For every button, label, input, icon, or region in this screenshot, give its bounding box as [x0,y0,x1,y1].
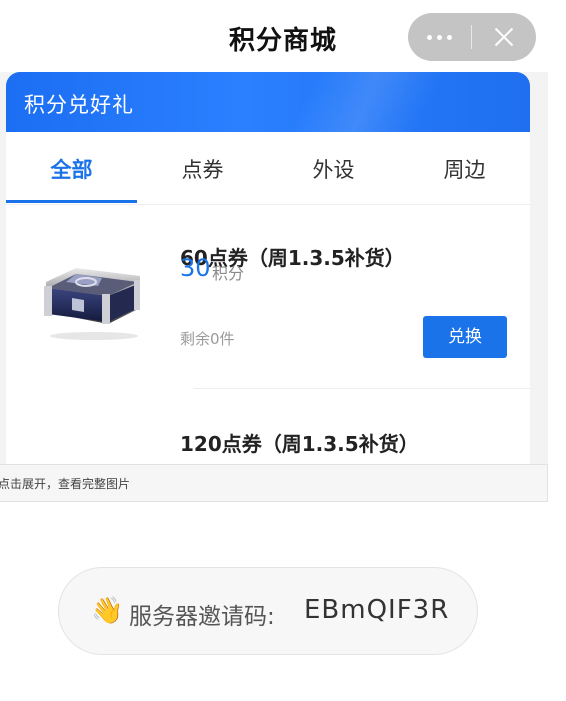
tab-peripherals[interactable]: 外设 [268,154,399,184]
invite-label: 服务器邀请码: [129,604,275,630]
item-stock: 剩余0件 [180,330,235,348]
waving-hand-icon: 👋 [91,596,124,626]
top-bar: 积分商城 [0,0,566,72]
category-tabs: 全部 点券 外设 周边 [6,132,530,205]
item-divider [194,388,530,389]
redeem-button[interactable]: 兑换 [423,316,507,358]
expand-image-bar[interactable]: 点击展开，查看完整图片 [0,464,548,502]
tab-coupons[interactable]: 点券 [137,154,268,184]
dot-icon [437,34,442,40]
close-icon[interactable] [472,13,535,61]
treasure-chest-icon [44,268,140,340]
more-button[interactable] [408,13,471,61]
dot-icon [447,34,452,40]
tab-all[interactable]: 全部 [6,154,137,184]
mall-preview: 积分兑好礼 全部 点券 外设 周边 60点券（周1.3.5补货） 30 积分 剩… [0,72,548,502]
dot-icon [427,34,432,40]
active-tab-indicator [6,200,137,203]
banner-title: 积分兑好礼 [24,93,134,117]
invite-code: EBmQIF3R [304,595,450,625]
item-price-unit: 积分 [212,264,245,283]
expand-label: 点击展开，查看完整图片 [0,477,131,491]
item-title: 120点券（周1.3.5补货） [180,432,419,456]
item-price: 30 [180,254,211,282]
invite-code-pill[interactable]: 👋 服务器邀请码: EBmQIF3R [58,567,478,655]
tab-merch[interactable]: 周边 [399,154,530,184]
banner: 积分兑好礼 [6,72,530,132]
capsule-menu [408,13,536,61]
